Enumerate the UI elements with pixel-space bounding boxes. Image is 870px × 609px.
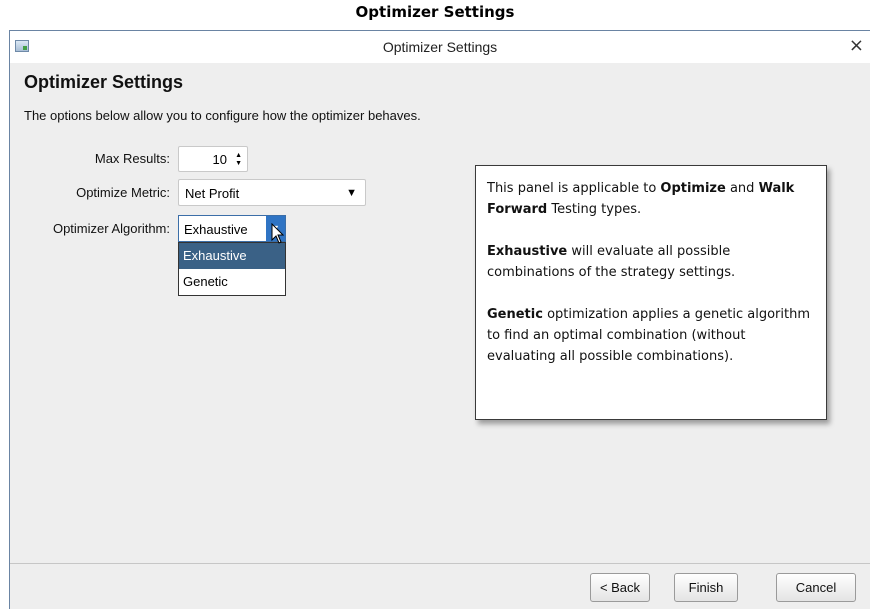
info-text: This panel is applicable to xyxy=(487,181,661,196)
info-text: Testing types. xyxy=(547,202,642,217)
info-emphasis: Genetic xyxy=(487,307,543,322)
info-emphasis: Optimize xyxy=(660,181,726,196)
optimize-metric-label: Optimize Metric: xyxy=(76,185,170,200)
max-results-spinner[interactable]: 10 ▲ ▼ xyxy=(178,146,248,172)
optimize-metric-select[interactable]: Net Profit ▼ xyxy=(178,179,366,206)
cancel-button[interactable]: Cancel xyxy=(776,573,856,602)
optimizer-algorithm-label: Optimizer Algorithm: xyxy=(52,221,170,236)
optimizer-algorithm-select[interactable]: Exhaustive ▼ xyxy=(178,215,286,242)
dropdown-option-exhaustive[interactable]: Exhaustive xyxy=(179,243,285,269)
page-title: Optimizer Settings xyxy=(24,72,184,92)
finish-button[interactable]: Finish xyxy=(674,573,738,602)
window-title: Optimizer Settings xyxy=(382,39,498,55)
optimizer-settings-window: Optimizer Settings × Optimizer Settings … xyxy=(9,30,870,609)
dropdown-option-genetic[interactable]: Genetic xyxy=(179,269,285,295)
back-button[interactable]: < Back xyxy=(590,573,650,602)
spinner-down-icon[interactable]: ▼ xyxy=(235,160,242,167)
optimize-metric-value: Net Profit xyxy=(185,186,240,201)
info-text: and xyxy=(725,181,759,196)
mouse-cursor-icon xyxy=(271,223,285,244)
info-paragraph-exhaustive: Exhaustive will evaluate all possible co… xyxy=(487,241,816,283)
document-caption: Optimizer Settings xyxy=(355,3,515,21)
max-results-label: Max Results: xyxy=(94,151,170,166)
optimizer-algorithm-value: Exhaustive xyxy=(184,222,248,237)
info-paragraph-genetic: Genetic optimization applies a genetic a… xyxy=(487,304,816,367)
close-icon[interactable]: × xyxy=(849,35,864,57)
optimizer-algorithm-dropdown: Exhaustive Genetic xyxy=(178,242,286,296)
footer-divider xyxy=(10,563,870,564)
page-description: The options below allow you to configure… xyxy=(24,108,421,123)
chevron-down-icon: ▼ xyxy=(346,187,357,199)
info-emphasis: Exhaustive xyxy=(487,244,568,259)
spinner-up-icon[interactable]: ▲ xyxy=(235,152,242,159)
info-panel: This panel is applicable to Optimize and… xyxy=(475,165,827,420)
max-results-value: 10 xyxy=(212,152,227,167)
title-bar: Optimizer Settings × xyxy=(10,31,870,63)
info-paragraph-applicability: This panel is applicable to Optimize and… xyxy=(487,178,816,220)
